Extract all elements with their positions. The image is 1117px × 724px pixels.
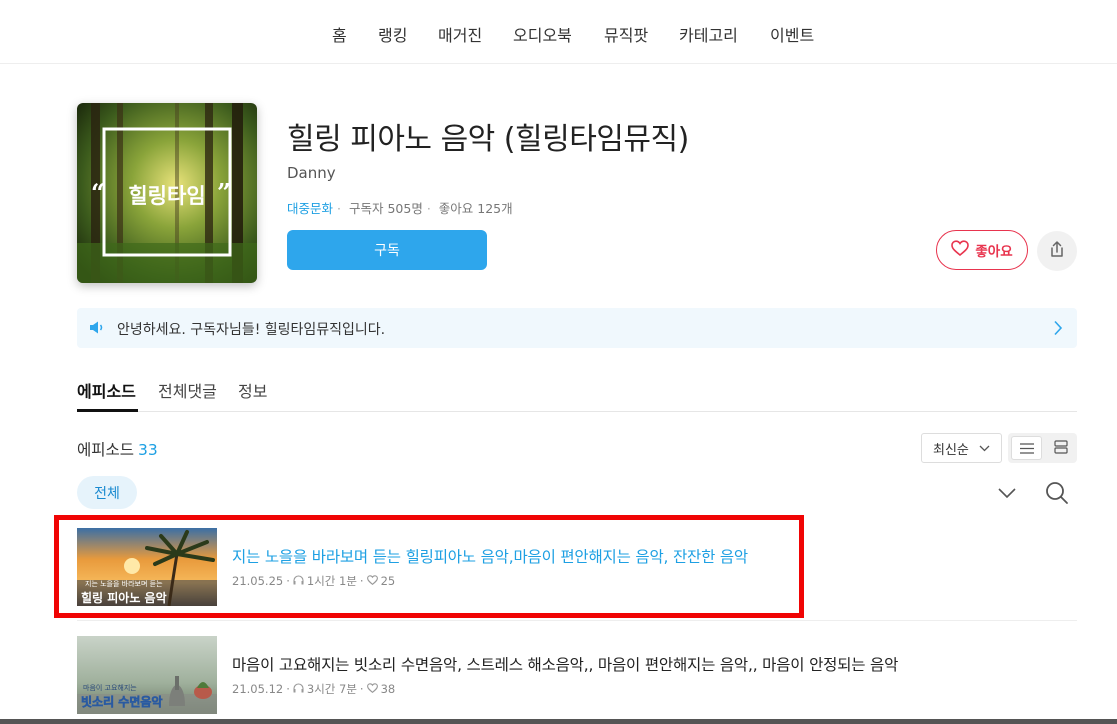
svg-text:“: “ [91,178,105,207]
card-view-button[interactable] [1046,436,1075,460]
subscribe-button[interactable]: 구독 [287,230,487,270]
subscriber-count: 구독자 505명 [348,201,423,216]
sort-dropdown[interactable]: 최신순 [921,433,1002,463]
episode-thumbnail: 마음이 고요해지는 빗소리 수면음악 [77,636,217,714]
view-toggle [1008,433,1077,463]
channel-cover-image: “ ” 힐링타임 [77,103,257,283]
nav-home[interactable]: 홈 [332,22,347,46]
tab-info[interactable]: 정보 [238,378,267,402]
top-navigation: 홈 랭킹 매거진 오디오북 뮤직팟 카테고리 이벤트 [0,0,1117,64]
heart-icon [366,682,378,696]
chevron-down-icon[interactable] [997,484,1017,503]
tab-all-comments[interactable]: 전체댓글 [158,378,217,402]
channel-meta: 대중문화 · 구독자 505명 · 좋아요 125개 [287,201,513,216]
chevron-down-icon [979,441,990,456]
list-view-button[interactable] [1011,436,1042,460]
sort-label: 최신순 [933,442,969,458]
notice-text: 안녕하세요. 구독자님들! 힐링타임뮤직입니다. [117,322,386,338]
episode-likes: 38 [380,682,396,696]
divider [77,620,1077,621]
list-view-icon [1019,439,1034,458]
like-button[interactable]: 좋아요 [936,230,1028,270]
episode-count: 에피소드 33 [77,441,158,459]
like-label: 좋아요 [975,244,1013,260]
card-view-icon [1053,439,1068,458]
nav-magazine[interactable]: 매거진 [438,22,482,46]
nav-ranking[interactable]: 랭킹 [378,22,407,46]
svg-text:”: ” [217,178,231,207]
headphones-icon [293,682,304,696]
nav-category[interactable]: 카테고리 [679,22,738,46]
search-icon[interactable] [1045,481,1069,509]
channel-title: 힐링 피아노 음악 (힐링타임뮤직) [287,122,689,157]
filter-chip-all[interactable]: 전체 [77,476,137,509]
episode-duration: 3시간 7분 [306,682,357,696]
speaker-icon [89,320,105,339]
episode-date: 21.05.12 [232,682,284,696]
tab-episodes[interactable]: 에피소드 [77,378,136,402]
category-link[interactable]: 대중문화 [287,201,333,216]
notice-bar[interactable]: 안녕하세요. 구독자님들! 힐링타임뮤직입니다. [77,308,1077,348]
page-bottom-edge [0,719,1117,724]
highlight-box [54,515,804,618]
content-tabs: 에피소드 전체댓글 정보 [77,372,1077,412]
channel-author[interactable]: Danny [287,164,336,182]
active-tab-indicator [77,409,138,412]
chevron-right-icon [1053,320,1063,340]
like-count: 좋아요 125개 [438,201,513,216]
episode-title[interactable]: 마음이 고요해지는 빗소리 수면음악, 스트레스 해소음악,, 마음이 편안해지… [232,653,898,675]
heart-icon [951,240,970,260]
share-button[interactable] [1037,231,1077,271]
nav-musicpod[interactable]: 뮤직팟 [604,22,648,46]
nav-event[interactable]: 이벤트 [770,22,814,46]
share-icon [1049,240,1065,262]
nav-audiobook[interactable]: 오디오북 [513,22,572,46]
cover-text: 힐링타임 [128,184,205,208]
episode-meta: 21.05.12 · 3시간 7분 · 38 [232,682,396,696]
